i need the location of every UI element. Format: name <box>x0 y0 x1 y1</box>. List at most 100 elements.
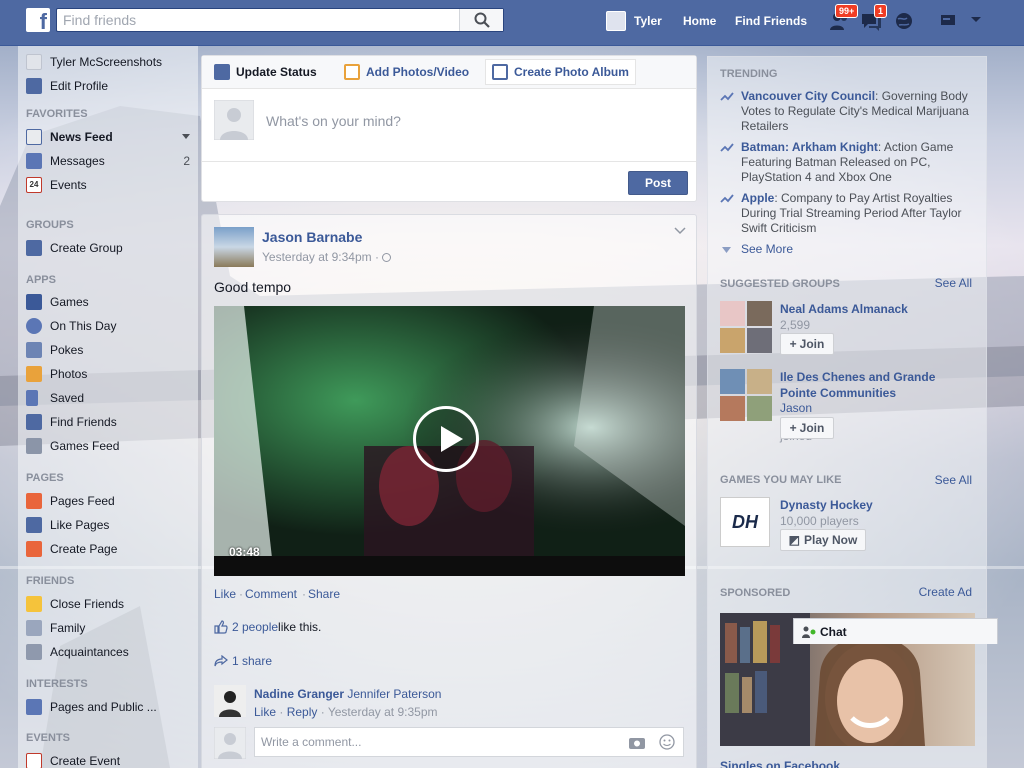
see-all-groups-link[interactable]: See All <box>935 276 972 290</box>
trending-arrow-icon <box>720 143 734 152</box>
privacy-shortcuts[interactable] <box>940 12 962 34</box>
events-label: Events <box>50 178 87 192</box>
sidebar-item-like-pages[interactable]: Like Pages <box>26 515 109 535</box>
sidebar-item-create-group[interactable]: Create Group <box>26 238 123 258</box>
sidebar-item-pages-and-public[interactable]: Pages and Public ... <box>26 697 157 717</box>
top-navigation-bar: f Tyler Home Find Friends 99+ 1 <box>0 0 1024 46</box>
comment-composer: Write a comment... <box>214 727 684 759</box>
edit-profile-link[interactable]: Edit Profile <box>26 76 108 96</box>
family-icon <box>26 620 42 636</box>
ad-title[interactable]: Singles on Facebook <box>720 759 840 768</box>
notifications-jewel[interactable] <box>893 10 915 32</box>
play-now-button[interactable]: ◩ Play Now <box>780 529 866 551</box>
calendar-plus-icon <box>26 753 42 768</box>
sidebar-item-create-event[interactable]: Create Event <box>26 751 120 768</box>
sidebar-item-close-friends[interactable]: Close Friends <box>26 594 124 614</box>
sidebar-item-messages[interactable]: Messages 2 <box>26 151 190 171</box>
game-controller-icon: ◩ <box>788 533 800 547</box>
find-friends-link[interactable]: Find Friends <box>735 0 807 42</box>
join-group-button[interactable]: + Join <box>780 417 834 439</box>
profile-link[interactable]: Tyler McScreenshots <box>26 52 162 72</box>
video-player[interactable]: 03:48 <box>214 306 685 576</box>
sidebar-item-events[interactable]: 24 Events <box>26 175 87 195</box>
group-name[interactable]: Neal Adams Almanack <box>780 301 960 317</box>
share-link[interactable]: Share <box>308 587 340 601</box>
search-input[interactable] <box>57 9 457 31</box>
chevron-down-icon[interactable] <box>674 227 686 235</box>
commenter-avatar[interactable] <box>214 685 246 717</box>
games-icon <box>26 294 42 310</box>
account-menu[interactable] <box>970 14 992 36</box>
home-link[interactable]: Home <box>683 0 716 42</box>
trend-topic: Batman: Arkham Knight <box>741 140 878 154</box>
status-input[interactable]: What's on your mind? <box>266 113 401 129</box>
sidebar-item-family[interactable]: Family <box>26 618 85 638</box>
trending-item[interactable]: Vancouver City Council: Governing Body V… <box>720 89 970 134</box>
create-page-label: Create Page <box>50 542 118 556</box>
chat-bar[interactable]: Chat <box>793 618 998 644</box>
story-timestamp[interactable]: Yesterday at 9:34pm · <box>262 250 392 264</box>
favorites-heading: FAVORITES <box>26 108 88 120</box>
messages-jewel[interactable]: 1 <box>860 4 888 32</box>
comment-like-link[interactable]: Like <box>254 705 276 719</box>
search-button[interactable] <box>459 9 503 31</box>
game-name[interactable]: Dynasty Hockey <box>780 497 960 513</box>
friend-requests-jewel[interactable]: 99+ <box>829 4 859 32</box>
see-all-games-link[interactable]: See All <box>935 473 972 487</box>
share-icon <box>214 655 228 667</box>
create-group-label: Create Group <box>50 241 123 255</box>
chevron-down-icon[interactable] <box>182 134 190 140</box>
sidebar-item-find-friends[interactable]: Find Friends <box>26 412 117 432</box>
sidebar-item-photos[interactable]: Photos <box>26 364 87 384</box>
messages-label: Messages <box>50 154 105 168</box>
trending-item[interactable]: Apple: Company to Pay Artist Royalties D… <box>720 191 970 236</box>
comment-timestamp[interactable]: Yesterday at 9:35pm <box>328 705 438 719</box>
author-name[interactable]: Jason Barnabe <box>262 229 362 245</box>
likes-count-link[interactable]: 2 people <box>232 620 278 634</box>
sidebar-item-games-feed[interactable]: Games Feed <box>26 436 119 456</box>
sidebar-item-pages-feed[interactable]: Pages Feed <box>26 491 115 511</box>
camera-icon[interactable] <box>629 736 645 749</box>
friends-heading: FRIENDS <box>26 575 75 587</box>
comment-input[interactable]: Write a comment... <box>254 727 684 757</box>
group-member-photos <box>720 369 772 421</box>
tab-create-photo-album[interactable]: Create Photo Album <box>485 59 636 85</box>
join-group-button[interactable]: + Join <box>780 333 834 355</box>
author-avatar[interactable] <box>214 227 254 267</box>
trend-topic: Vancouver City Council <box>741 89 876 103</box>
see-more-link[interactable]: See More <box>720 242 970 257</box>
sidebar-item-games[interactable]: Games <box>26 292 89 312</box>
sidebar-item-news-feed[interactable]: News Feed <box>26 127 190 147</box>
sidebar-item-create-page[interactable]: Create Page <box>26 539 117 559</box>
right-column: TRENDING Vancouver City Council: Governi… <box>707 56 987 768</box>
emoji-icon[interactable] <box>659 734 675 750</box>
like-link[interactable]: Like <box>214 587 236 601</box>
likes-summary: 2 people like this. <box>214 620 321 634</box>
likes-text: like this. <box>278 620 322 634</box>
create-page-icon <box>26 541 42 557</box>
play-button[interactable] <box>413 406 479 472</box>
comment-tagged-name[interactable]: Jennifer Paterson <box>347 687 441 701</box>
tab-update-status[interactable]: Update Status <box>208 59 323 85</box>
post-button[interactable]: Post <box>628 171 688 195</box>
sidebar-item-pokes[interactable]: Pokes <box>26 340 83 360</box>
comment-link[interactable]: Comment <box>245 587 297 601</box>
sidebar-item-acquaintances[interactable]: Acquaintances <box>26 642 129 662</box>
sidebar-item-saved[interactable]: Saved <box>26 388 84 408</box>
profile-name: Tyler <box>634 14 662 28</box>
gamepad-icon <box>26 438 42 454</box>
sidebar-item-on-this-day[interactable]: On This Day <box>26 316 116 336</box>
separator: · <box>239 587 243 601</box>
facebook-logo[interactable]: f <box>26 8 50 32</box>
group-name[interactable]: Ile Des Chenes and Grande Pointe Communi… <box>780 369 960 401</box>
profile-link[interactable]: Tyler <box>606 0 662 42</box>
game-logo[interactable]: DH <box>720 497 770 547</box>
close-friends-label: Close Friends <box>50 597 125 611</box>
shares-summary[interactable]: 1 share <box>214 654 272 668</box>
trending-item[interactable]: Batman: Arkham Knight: Action Game Featu… <box>720 140 970 185</box>
suggested-groups-heading: SUGGESTED GROUPS <box>720 278 840 290</box>
comment-author[interactable]: Nadine Granger <box>254 687 344 701</box>
comment-reply-link[interactable]: Reply <box>287 705 318 719</box>
tab-add-photos-video[interactable]: Add Photos/Video <box>338 59 475 85</box>
create-ad-link[interactable]: Create Ad <box>919 585 972 599</box>
